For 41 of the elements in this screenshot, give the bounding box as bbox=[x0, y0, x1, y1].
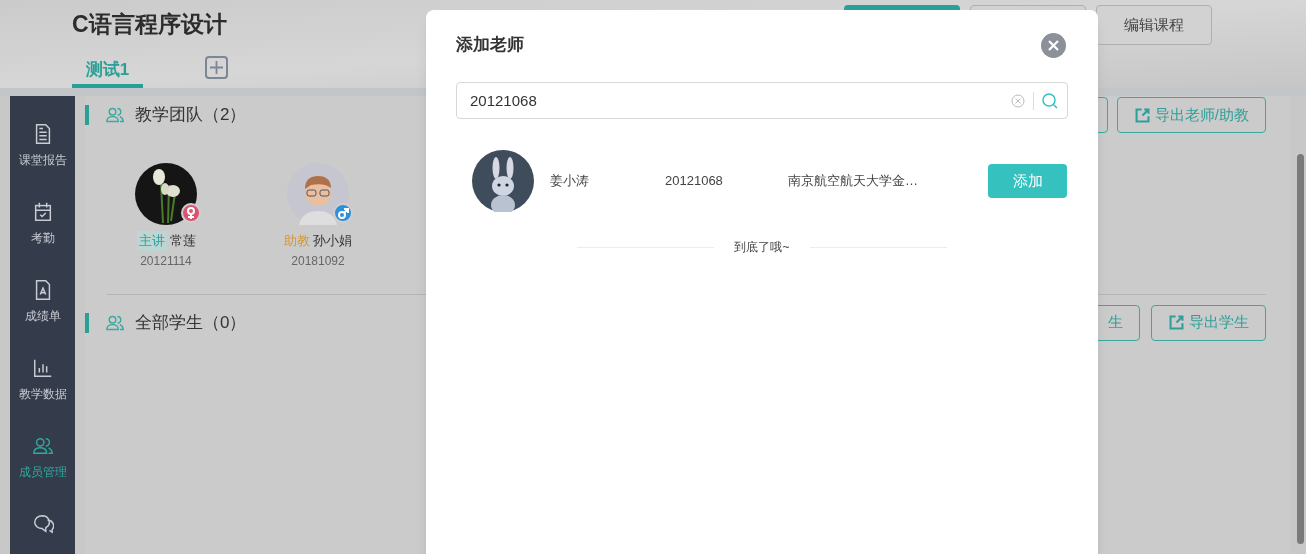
flower-avatar bbox=[135, 163, 197, 225]
member-id: 20181092 bbox=[291, 252, 345, 270]
member-name: 常莲 bbox=[169, 232, 196, 250]
sidebar-item[interactable]: 成绩单 bbox=[10, 252, 75, 330]
users-icon bbox=[105, 106, 125, 124]
section-marker bbox=[85, 105, 89, 125]
sidebar-item[interactable]: 教学数据 bbox=[10, 330, 75, 408]
teacher-id: 20121068 bbox=[665, 172, 724, 191]
dialog-title: 添加老师 bbox=[456, 34, 524, 57]
scrollbar[interactable] bbox=[1297, 154, 1304, 544]
close-button[interactable] bbox=[1041, 32, 1066, 58]
users-icon bbox=[105, 313, 125, 332]
sidebar-item[interactable]: 成员管理 bbox=[10, 408, 75, 486]
section-marker bbox=[85, 312, 89, 333]
export-icon bbox=[1133, 106, 1151, 124]
close-icon bbox=[1048, 39, 1059, 51]
sidebar-item[interactable]: 课堂报告 bbox=[10, 96, 75, 174]
male-sign-icon bbox=[333, 203, 353, 223]
school-name: 南京航空航天大学金… bbox=[788, 172, 918, 191]
users-icon bbox=[31, 435, 54, 457]
section-title: 教学团队（2） bbox=[135, 104, 247, 127]
plus-icon bbox=[210, 61, 223, 74]
end-of-list-note: 到底了哦~ bbox=[734, 239, 790, 256]
member-name: 孙小娟 bbox=[313, 232, 352, 250]
teacher-name: 姜小涛 bbox=[550, 172, 590, 191]
search-icon[interactable] bbox=[1042, 92, 1058, 109]
course-title: C语言程序设计 bbox=[72, 10, 228, 39]
female-sign-icon bbox=[181, 203, 201, 223]
header-button[interactable]: 编辑课程 bbox=[1096, 5, 1212, 45]
search-field[interactable]: 20121068 bbox=[456, 82, 1068, 119]
clear-icon[interactable] bbox=[1011, 93, 1025, 108]
chat-icon bbox=[31, 513, 54, 535]
rabbit-avatar bbox=[472, 150, 534, 212]
export-icon bbox=[1168, 314, 1185, 331]
role-tag: 主讲 bbox=[136, 231, 167, 251]
role-tag: 助教 bbox=[284, 231, 310, 251]
sidebar-item[interactable]: 考勤 bbox=[10, 174, 75, 252]
member-id: 20121114 bbox=[140, 252, 192, 270]
add-tab-button[interactable] bbox=[205, 56, 228, 79]
bar-chart-icon bbox=[31, 357, 54, 379]
section-title: 全部学生（0） bbox=[135, 311, 247, 334]
